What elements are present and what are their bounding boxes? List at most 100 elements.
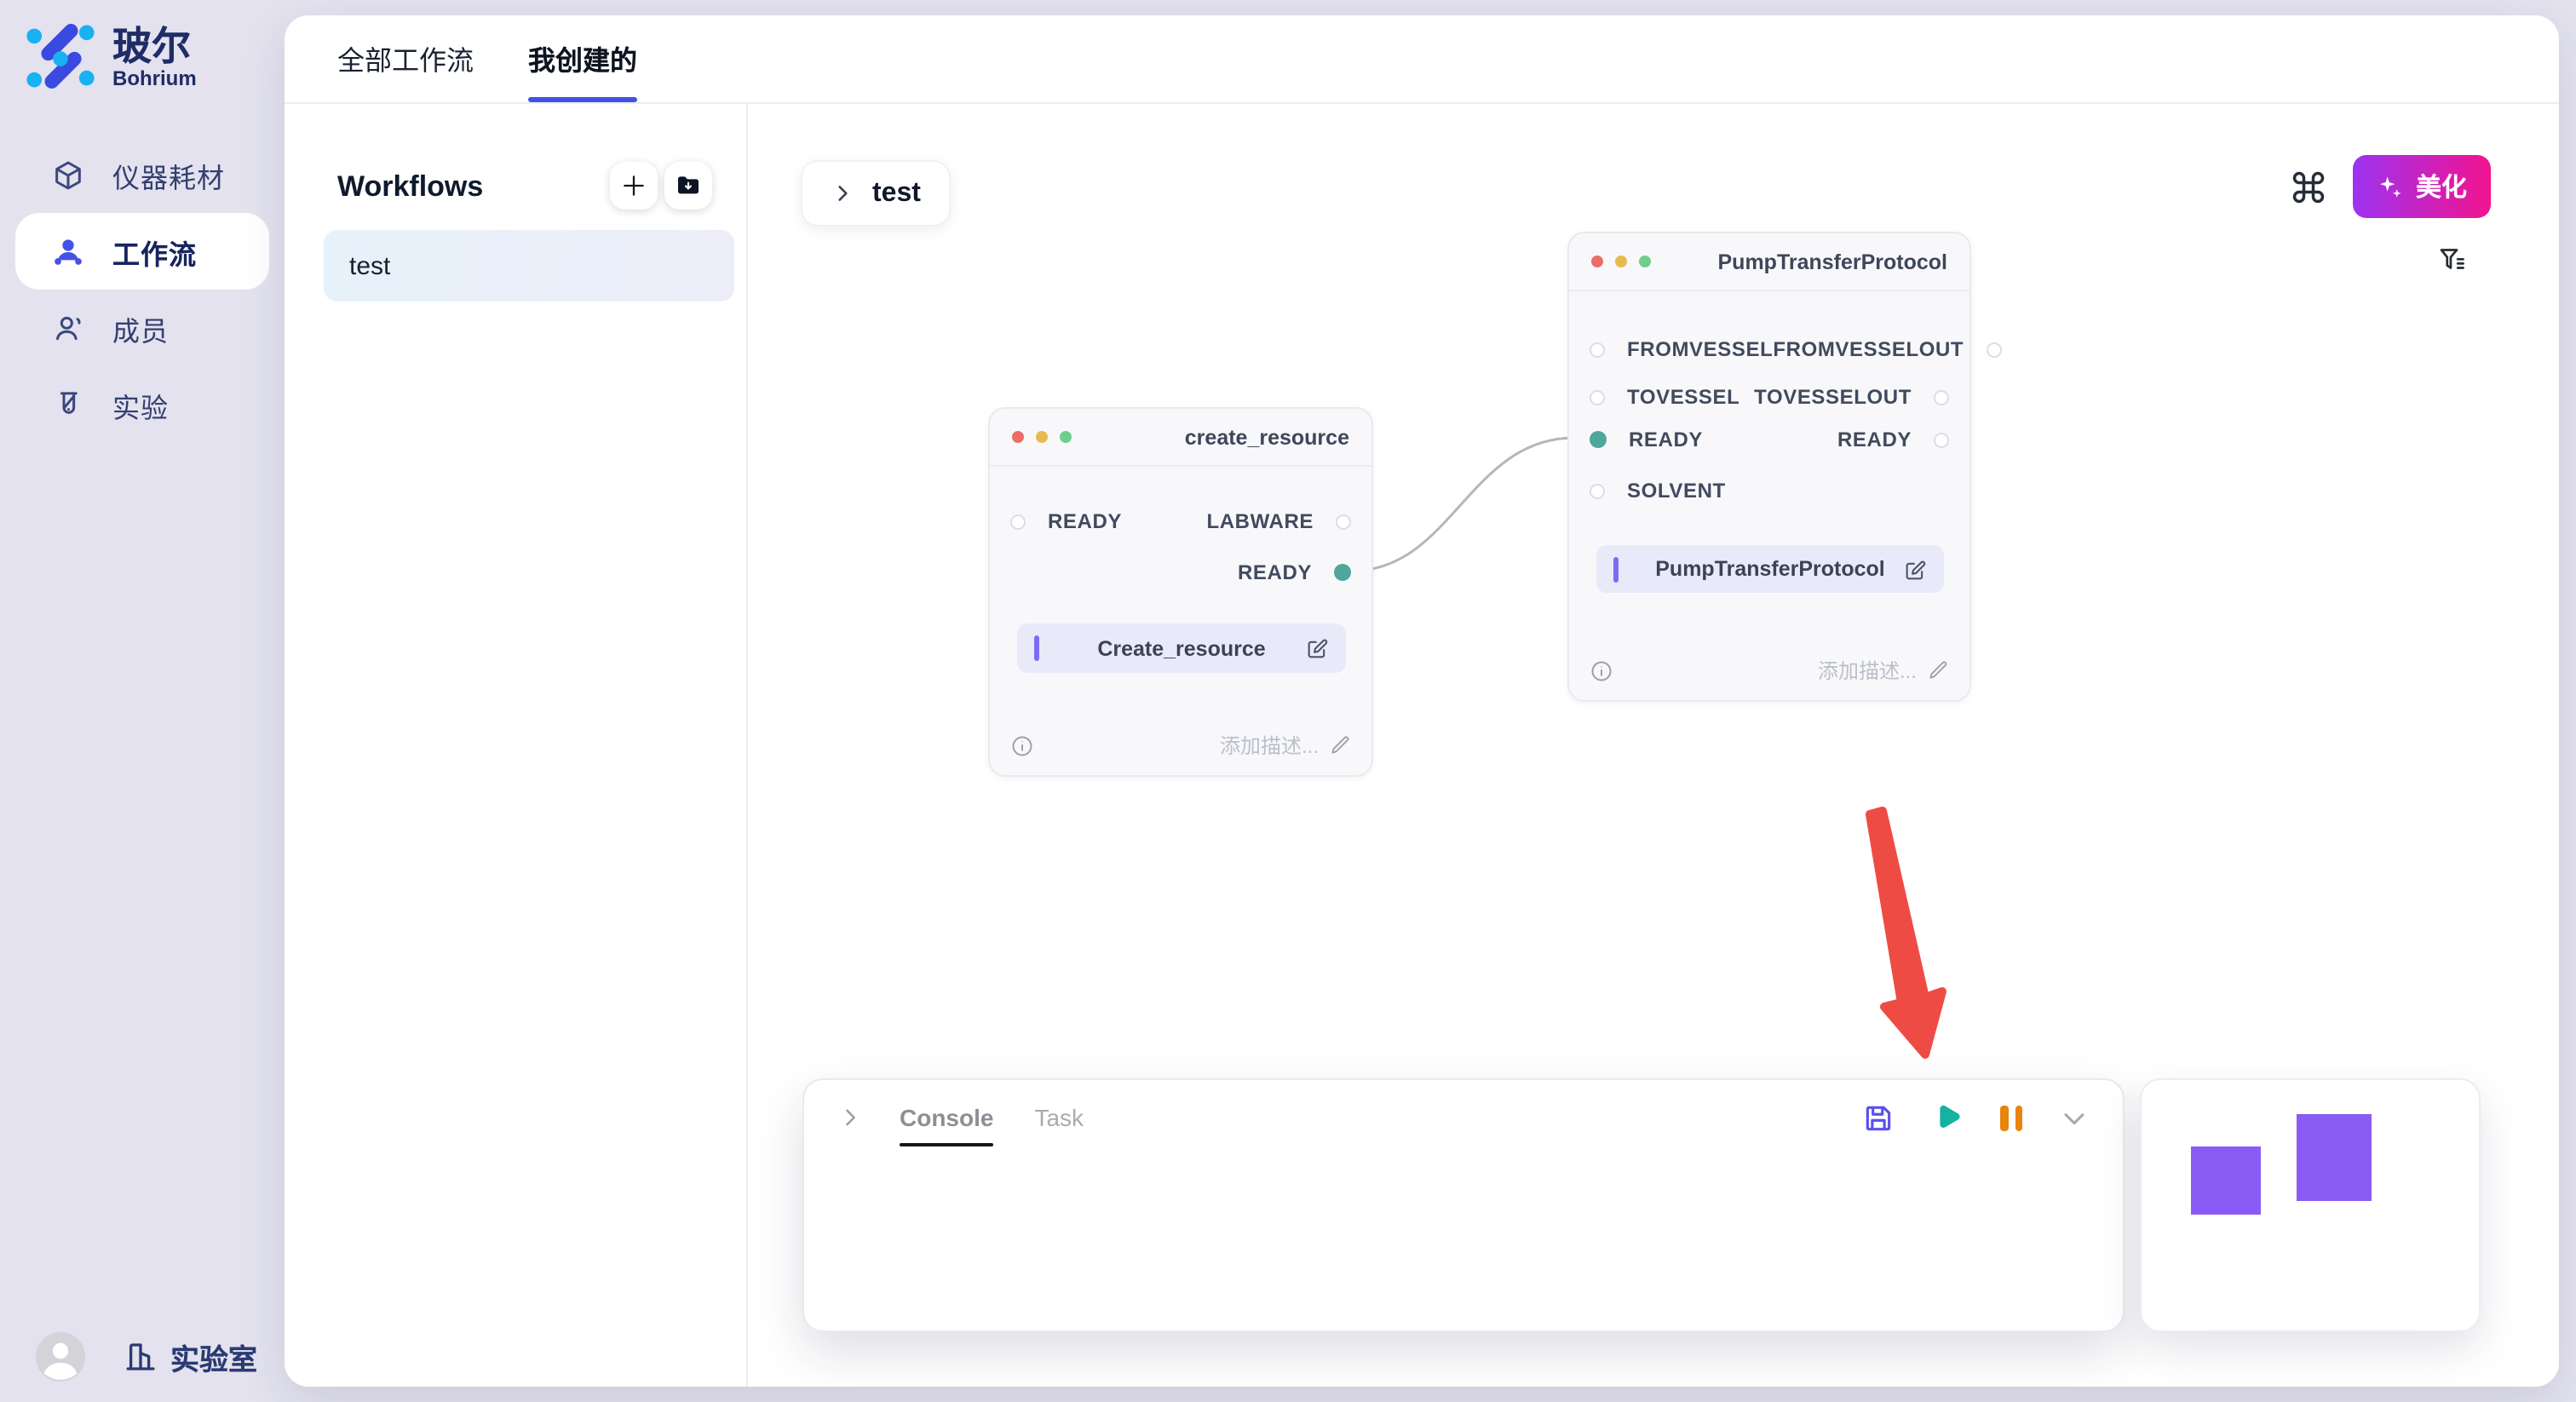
port-circle[interactable] (1934, 432, 1949, 447)
sidebar-item-label: 实验 (112, 384, 169, 425)
input-port-tovessel: TOVESSEL (1590, 385, 1739, 409)
sidebar-item-workflows[interactable]: 工作流 (15, 213, 269, 290)
traffic-dot-green (1060, 431, 1072, 443)
breadcrumb-label: test (872, 178, 921, 209)
action-accent-bar (1613, 557, 1619, 583)
input-port-ready: READY (1010, 509, 1122, 533)
tab-all-workflows[interactable]: 全部工作流 (337, 37, 474, 102)
console-panel: Console Task (802, 1078, 2125, 1332)
input-port-fromvessel: FROMVESSEL (1590, 337, 1773, 361)
port-label: LABWARE (1206, 509, 1314, 533)
workflow-canvas[interactable]: test 美化 (748, 104, 2559, 1387)
sidebar-item-experiments[interactable]: 实验 (15, 366, 269, 443)
input-port-ready: READY (1590, 428, 1703, 451)
brand-name-zh: 玻尔 (112, 25, 197, 66)
lab-switcher[interactable]: 实验室 (123, 1336, 257, 1378)
port-label: READY (1048, 509, 1122, 533)
chevron-down-icon[interactable] (2060, 1103, 2089, 1132)
breadcrumb[interactable]: test (801, 160, 952, 227)
output-port-labware: LABWARE (1206, 509, 1351, 533)
brand-logo: 玻尔 Bohrium (26, 22, 197, 92)
edit-icon[interactable] (1305, 636, 1329, 660)
main-panel: 全部工作流 我创建的 Workflows (285, 15, 2559, 1387)
workflow-list-item[interactable]: test (324, 230, 734, 302)
chevron-right-icon (831, 182, 854, 204)
user-avatar[interactable] (36, 1332, 85, 1382)
folder-import-icon (675, 172, 702, 199)
console-tab-console[interactable]: Console (900, 1104, 993, 1131)
output-port-ready: READY (1238, 560, 1351, 584)
port-circle[interactable] (1010, 514, 1026, 529)
add-description-field[interactable]: 添加描述... (1818, 656, 1949, 685)
info-icon[interactable] (1010, 733, 1034, 757)
traffic-dot-green (1639, 256, 1651, 267)
workflow-icon (51, 234, 85, 268)
port-circle[interactable] (1336, 514, 1351, 529)
tab-my-created[interactable]: 我创建的 (528, 37, 637, 102)
node-title: PumpTransferProtocol (1718, 250, 1948, 273)
info-icon[interactable] (1590, 658, 1613, 682)
node-pump-transfer-protocol[interactable]: PumpTransferProtocol FROMVESSEL FROMVESS… (1567, 232, 1971, 702)
console-tab-label: Console (900, 1104, 993, 1131)
action-label: Create_resource (1097, 636, 1265, 660)
node-title: create_resource (1185, 425, 1349, 449)
console-tab-task[interactable]: Task (1034, 1104, 1084, 1131)
port-circle[interactable] (1590, 389, 1605, 405)
pencil-icon (1927, 659, 1949, 681)
sidebar-item-members[interactable]: 成员 (15, 290, 269, 366)
description-placeholder: 添加描述... (1818, 656, 1917, 685)
port-circle[interactable] (1590, 342, 1605, 357)
port-circle[interactable] (1590, 483, 1605, 498)
beautify-button[interactable]: 美化 (2353, 155, 2491, 218)
output-port-fromvesselout: FROMVESSELOUT (1773, 337, 2001, 361)
add-description-field[interactable]: 添加描述... (1220, 731, 1351, 760)
edit-icon[interactable] (1903, 558, 1927, 582)
node-header: PumpTransferProtocol (1569, 233, 1969, 291)
port-label: SOLVENT (1627, 479, 1726, 503)
canvas-minimap[interactable] (2140, 1078, 2481, 1332)
sidebar-item-instruments[interactable]: 仪器耗材 (15, 136, 269, 213)
experiment-icon (51, 388, 85, 422)
minimap-node-create-resource (2191, 1146, 2261, 1215)
pencil-icon (1329, 734, 1351, 756)
sidebar: 玻尔 Bohrium 仪器耗材 工作流 (0, 0, 285, 1402)
package-icon (51, 158, 85, 192)
pause-icon[interactable] (2000, 1105, 2022, 1130)
add-workflow-button[interactable] (610, 162, 658, 210)
play-icon[interactable] (1932, 1102, 1963, 1133)
description-placeholder: 添加描述... (1220, 731, 1319, 760)
port-circle[interactable] (1986, 342, 2001, 357)
traffic-dot-red (1012, 431, 1024, 443)
port-circle-connected[interactable] (1590, 431, 1607, 448)
node-action-button[interactable]: PumpTransferProtocol (1596, 545, 1944, 593)
node-header: create_resource (990, 409, 1371, 467)
lab-label: 实验室 (170, 1336, 257, 1378)
console-tab-label: Task (1034, 1104, 1084, 1131)
building-icon (123, 1339, 158, 1375)
traffic-dot-yellow (1036, 431, 1048, 443)
brand-name-en: Bohrium (112, 66, 197, 89)
sidebar-item-label: 仪器耗材 (112, 154, 225, 195)
sidebar-footer: 实验室 (36, 1332, 257, 1382)
port-circle-connected[interactable] (1334, 564, 1351, 581)
input-port-solvent: SOLVENT (1590, 479, 1726, 503)
port-circle[interactable] (1934, 389, 1949, 405)
import-workflow-button[interactable] (664, 162, 712, 210)
traffic-dot-red (1591, 256, 1603, 267)
command-icon[interactable] (2290, 169, 2327, 206)
node-action-button[interactable]: Create_resource (1017, 623, 1346, 673)
plus-icon (620, 172, 647, 199)
node-create-resource[interactable]: create_resource READY LABWARE (988, 407, 1373, 777)
workflows-panel: Workflows test (285, 104, 748, 1387)
port-label: FROMVESSEL (1627, 337, 1773, 361)
active-tab-underline (528, 97, 637, 102)
port-label: FROMVESSELOUT (1773, 337, 1964, 361)
port-label: TOVESSEL (1627, 385, 1739, 409)
workflow-item-name: test (349, 251, 390, 280)
annotation-arrow (1857, 799, 1963, 1068)
filter-icon[interactable] (2436, 244, 2467, 274)
sidebar-item-label: 成员 (112, 307, 169, 348)
console-expand-icon[interactable] (838, 1106, 862, 1129)
save-icon[interactable] (1862, 1101, 1895, 1134)
app-root: 玻尔 Bohrium 仪器耗材 工作流 (0, 0, 2576, 1402)
